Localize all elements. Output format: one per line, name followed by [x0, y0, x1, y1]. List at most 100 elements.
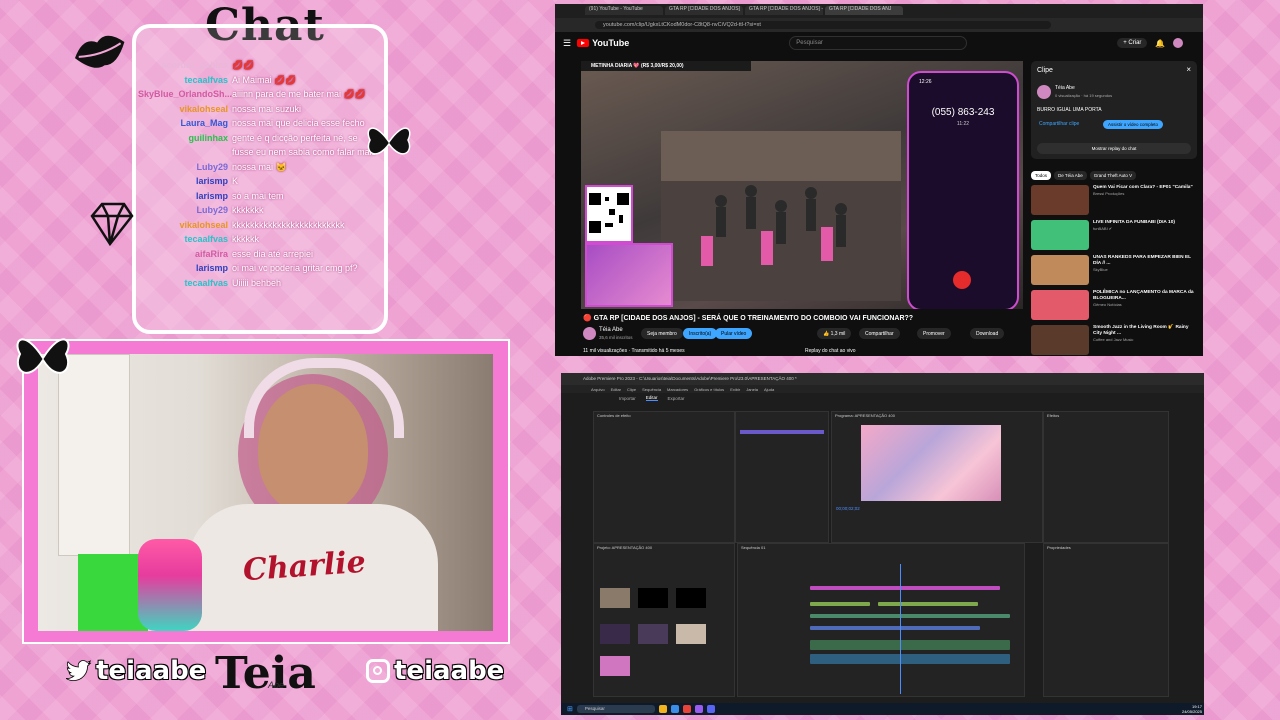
menu-item[interactable]: Exibir [730, 387, 740, 392]
discord-icon[interactable] [706, 705, 715, 713]
channel-avatar[interactable] [583, 327, 596, 340]
edge-icon[interactable] [670, 705, 679, 713]
timeline-clip[interactable] [810, 586, 1000, 590]
member-button[interactable]: Seja membro [641, 328, 683, 339]
chip-gta[interactable]: Grand Theft Auto V [1089, 171, 1137, 180]
chrome-icon[interactable] [682, 705, 691, 713]
download-button[interactable]: Download [970, 328, 1005, 339]
avatar[interactable] [1173, 38, 1184, 48]
chat-username[interactable]: larismp [138, 189, 232, 204]
create-button[interactable]: + Criar [1117, 38, 1148, 48]
chat-username[interactable]: tecaalfvas [138, 276, 232, 291]
recommendation-thumbnail[interactable] [1031, 220, 1089, 250]
recommendation-title[interactable]: POLÊMICA no LANÇAMENTO da MARCA da BLOGU… [1093, 290, 1197, 302]
video-player[interactable]: METINHA DIARIA 💖 (R$ 3,00/R$ 20,00) 12:2… [581, 61, 1023, 309]
chat-username[interactable]: tecaalfvas [138, 232, 232, 247]
recommendation-item[interactable]: UNAS RANKEDS PARA EMPEZAR BIEN EL DÍA //… [1031, 255, 1197, 287]
channel-name[interactable]: Téia Abe [599, 327, 623, 333]
menu-icon[interactable]: ☰ [563, 38, 571, 49]
chat-username[interactable]: aifaRira [138, 247, 232, 262]
chat-username[interactable]: Laura_Mag [138, 116, 232, 131]
clip-text: BURRO IGUAL UMA PORTA [1037, 107, 1102, 113]
recommendation-item[interactable]: Quem Vai Ficar com Clara? - EP01 "Camila… [1031, 185, 1197, 217]
recommendation-thumbnail[interactable] [1031, 255, 1089, 285]
chat-username[interactable]: Luby29 [138, 160, 232, 175]
timeline-clip[interactable] [878, 602, 978, 606]
bell-icon[interactable]: 🔔 [1155, 39, 1165, 48]
menu-item[interactable]: Sequência [642, 387, 661, 392]
close-icon[interactable]: × [1186, 65, 1191, 74]
menu-item[interactable]: Ajuda [764, 387, 774, 392]
timeline-panel[interactable]: Sequência 01 [737, 543, 1025, 697]
mode-export[interactable]: Exportar [668, 396, 685, 401]
chat-username[interactable]: vikalohseal [138, 218, 232, 233]
file-explorer-icon[interactable] [658, 705, 667, 713]
browser-tab[interactable]: (91) YouTube - YouTube [585, 6, 663, 15]
youtube-logo[interactable]: YouTube [577, 38, 629, 48]
phone-overlay: 12:26 (055) 863-243 11:22 [907, 71, 1019, 309]
taskbar-search[interactable]: Pesquisar [576, 705, 655, 713]
project-panel[interactable]: Projeto: APRESENTAÇÃO 400 [593, 543, 735, 697]
chat-username[interactable]: Luby29 [138, 203, 232, 218]
browser-tab-active[interactable]: GTA RP [CIDADE DOS ANJ [825, 6, 903, 15]
project-thumb[interactable] [600, 656, 630, 676]
address-bar[interactable]: youtube.com/clip/UgkxLtCKodM0dor-C8tQ8-n… [555, 18, 1203, 32]
chat-username[interactable]: vikalohseal [138, 102, 232, 117]
chat-username[interactable]: larismp [138, 174, 232, 189]
audio-clip[interactable] [810, 654, 1010, 664]
skip-button[interactable]: Pular vídeo [715, 328, 753, 339]
recommendation-thumbnail[interactable] [1031, 185, 1089, 215]
timeline-clip[interactable] [810, 614, 1010, 618]
project-thumb[interactable] [638, 624, 668, 644]
recommendation-item[interactable]: Smooth Jazz in the Living Room 🎷 Rainy C… [1031, 325, 1197, 356]
project-thumb[interactable] [600, 588, 630, 608]
project-thumb[interactable] [676, 588, 706, 608]
menu-item[interactable]: Clipe [627, 387, 636, 392]
recommendation-thumbnail[interactable] [1031, 290, 1089, 320]
audio-clip[interactable] [810, 640, 1010, 650]
timeline-clip[interactable] [810, 626, 980, 630]
recommendation-item[interactable]: POLÊMICA no LANÇAMENTO da MARCA da BLOGU… [1031, 290, 1197, 322]
live-chat-replay-label[interactable]: Replay do chat ao vivo [805, 348, 856, 354]
source-panel[interactable] [735, 411, 829, 543]
recommendation-title[interactable]: UNAS RANKEDS PARA EMPEZAR BIEN EL DÍA //… [1093, 255, 1197, 267]
windows-start-icon[interactable]: ⊞ [567, 705, 573, 713]
menu-item[interactable]: Arquivo [591, 387, 605, 392]
promote-button[interactable]: Promover [917, 328, 951, 339]
subscribed-button[interactable]: Inscrito(a) [683, 328, 718, 339]
watch-full-video-button[interactable]: Assistir o vídeo completo [1103, 120, 1164, 129]
show-chat-replay-button[interactable]: Mostrar replay do chat [1037, 143, 1191, 154]
mode-edit[interactable]: Editar [645, 395, 658, 401]
chip-channel[interactable]: De Téia Abe [1054, 171, 1087, 180]
chat-username[interactable]: larismp [138, 261, 232, 276]
clip-share-button[interactable]: Compartilhar clipe [1039, 121, 1079, 127]
menu-item[interactable]: Gráficos e títulos [694, 387, 724, 392]
effect-controls-panel[interactable]: Controles de efeito [593, 411, 735, 543]
menu-item[interactable]: Editar [611, 387, 621, 392]
chat-text: nossa mai 🐱 [232, 161, 287, 172]
chip-all[interactable]: Todos [1031, 171, 1052, 180]
search-input[interactable]: Pesquisar [789, 36, 968, 50]
properties-panel[interactable]: Propriedades [1043, 543, 1169, 697]
mode-import[interactable]: Importar [619, 396, 636, 401]
recommendation-thumbnail[interactable] [1031, 325, 1089, 355]
browser-tab[interactable]: GTA RP [CIDADE DOS ANJOS] - S [745, 6, 823, 15]
chat-username[interactable]: SkyBlue_OrlandoSh... [138, 87, 232, 102]
recommendation-item[interactable]: LIVE INFINITA DA FUNBABI (DIA 10) funBABI… [1031, 220, 1197, 252]
effects-panel[interactable]: Efeitos [1043, 411, 1169, 543]
browser-tab[interactable]: GTA RP [CIDADE DOS ANJOS] [665, 6, 743, 15]
chat-username[interactable]: tecaalfvas [138, 73, 232, 88]
project-thumb[interactable] [638, 588, 668, 608]
playhead[interactable] [900, 564, 901, 694]
project-thumb[interactable] [676, 624, 706, 644]
premiere-icon[interactable] [694, 705, 703, 713]
project-thumb[interactable] [600, 624, 630, 644]
timeline-clip[interactable] [810, 602, 870, 606]
menu-item[interactable]: Janela [746, 387, 758, 392]
chat-username[interactable]: guilinhax [138, 131, 232, 160]
recommendation-title[interactable]: Smooth Jazz in the Living Room 🎷 Rainy C… [1093, 325, 1197, 337]
menu-item[interactable]: Marcadores [667, 387, 688, 392]
chat-username[interactable]: acordar_gabiss [138, 58, 232, 73]
share-button[interactable]: Compartilhar [859, 328, 900, 339]
like-button[interactable]: 👍 1,3 mil [817, 328, 852, 339]
